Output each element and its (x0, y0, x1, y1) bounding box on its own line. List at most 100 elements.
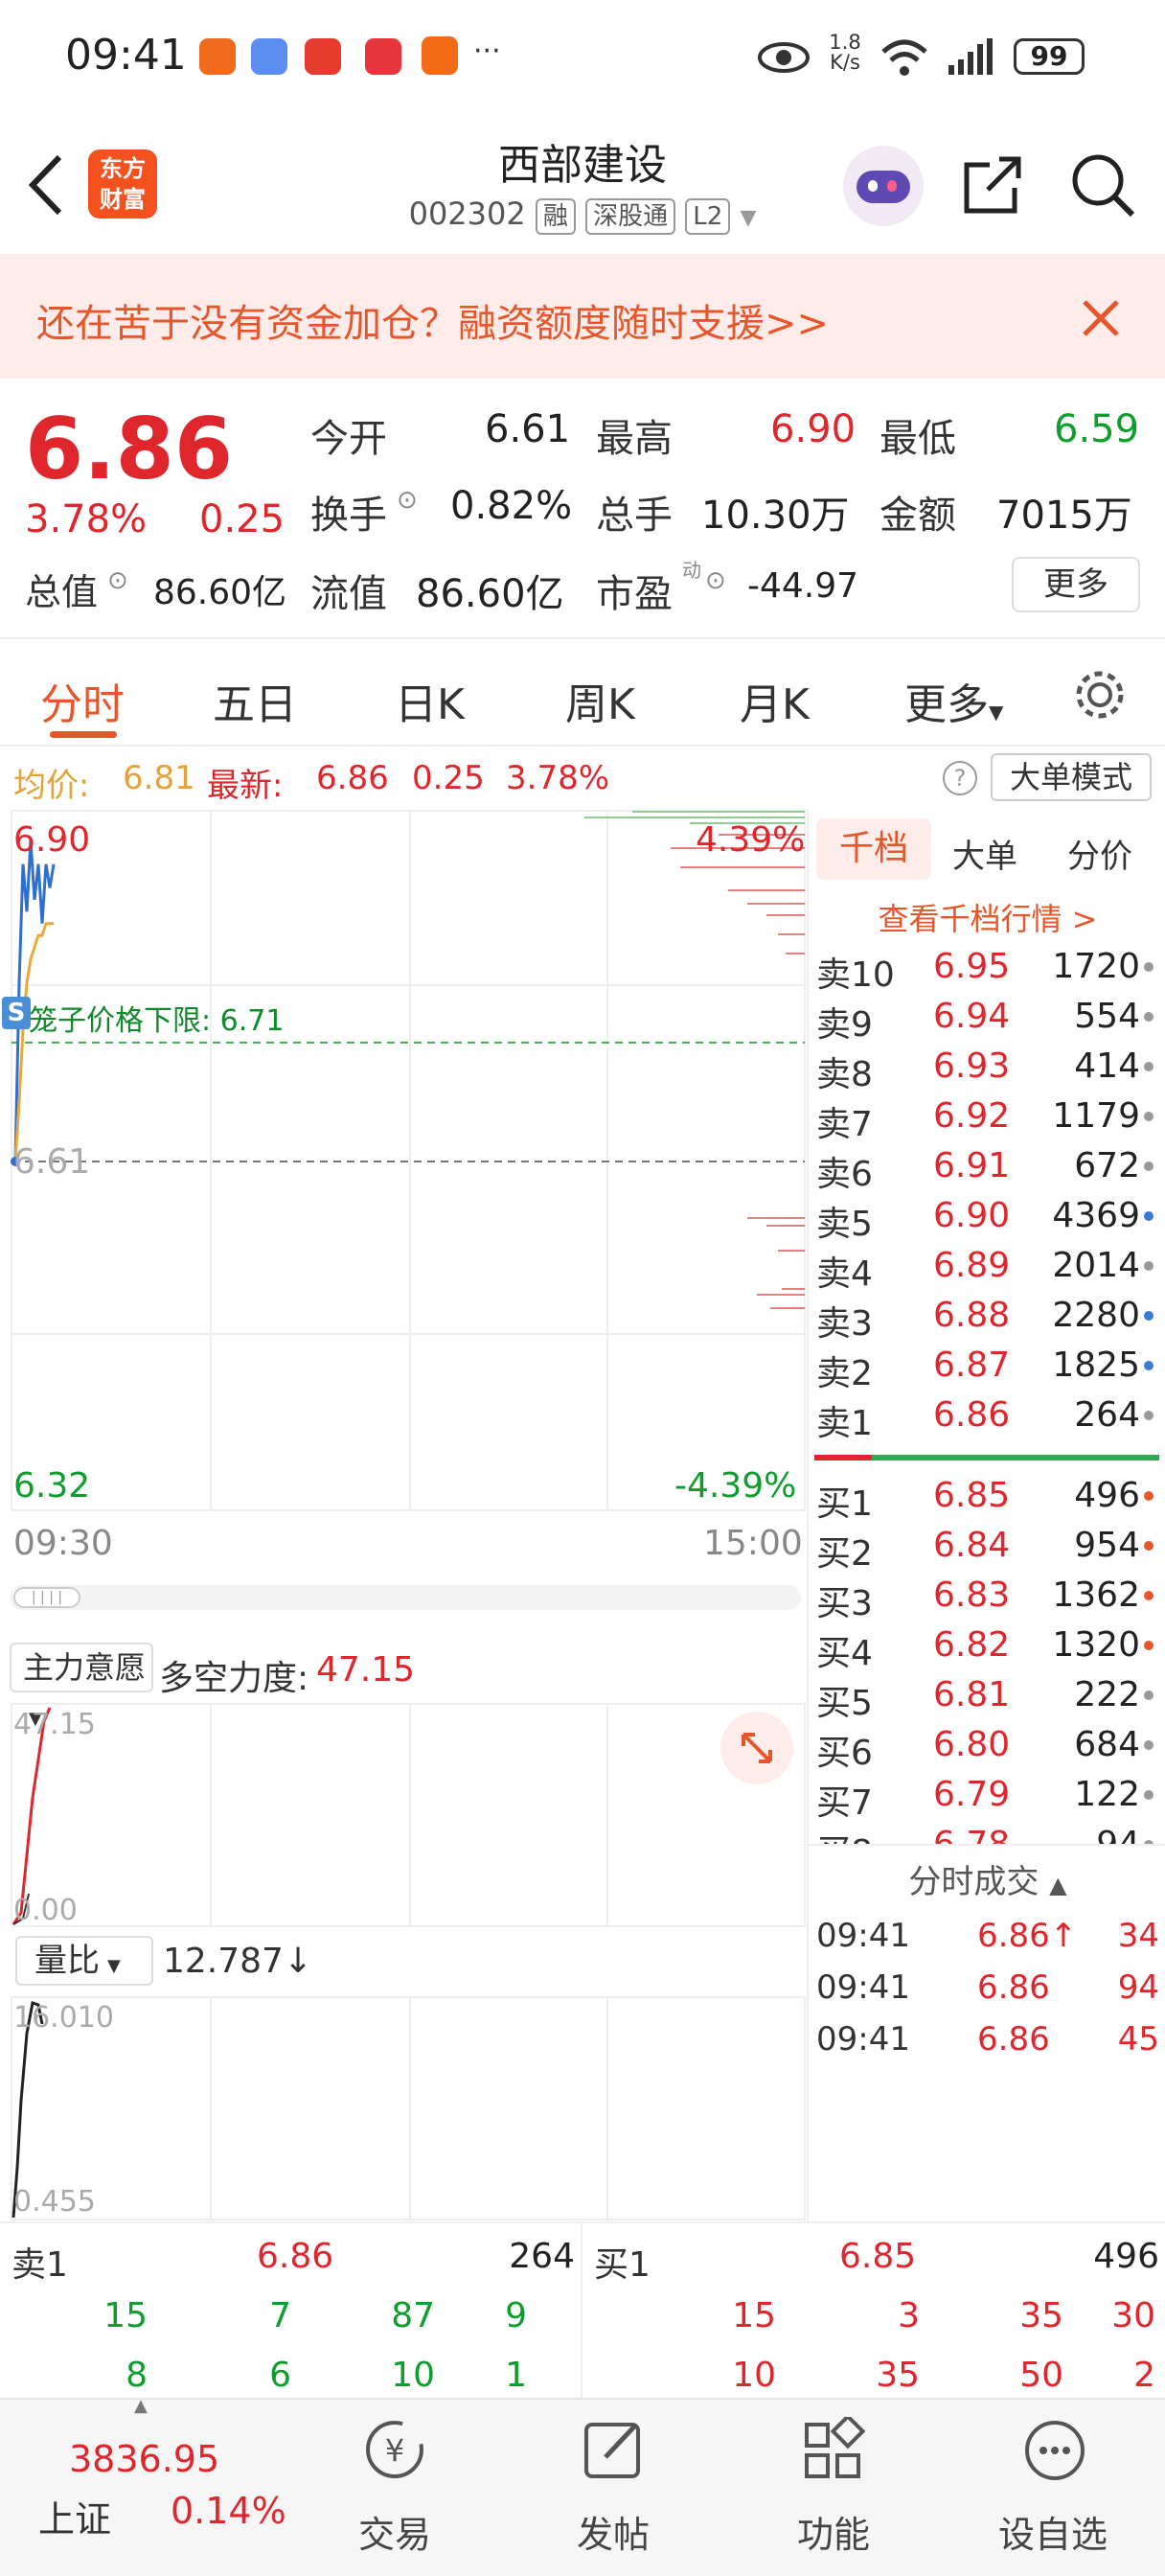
tab-more[interactable]: 更多▼ (904, 670, 1003, 731)
sell-level-row[interactable]: 卖10 6.95 1720 (809, 943, 1165, 995)
index-value[interactable]: 3836.95 (69, 2438, 219, 2480)
expand-icon[interactable] (720, 1712, 793, 1784)
s-marker-icon[interactable]: S (2, 997, 31, 1029)
level-price: 6.90 (933, 1196, 1011, 1235)
tab-intraday[interactable]: 分时 (40, 670, 125, 731)
search-icon[interactable] (1069, 151, 1136, 218)
level-price: 6.88 (933, 1296, 1011, 1335)
level-dot-icon (1144, 1790, 1154, 1800)
indicator-bottom-label: 0.00 (13, 1894, 78, 1927)
high-value: 6.90 (770, 407, 857, 451)
sell-level-row[interactable]: 卖8 6.93 414 (809, 1043, 1165, 1094)
y-label-mid: 6.61 (13, 1142, 91, 1182)
promo-banner[interactable]: 还在苦于没有资金加仓？融资额度随时支援>> (0, 254, 1165, 379)
sell-level-row[interactable]: 卖7 6.92 1179 (809, 1092, 1165, 1144)
chevron-down-icon[interactable]: ▼ (740, 206, 756, 230)
post-icon[interactable] (581, 2417, 648, 2484)
sell-queue-cell: 10 (391, 2356, 435, 2395)
float-value: 86.60亿 (416, 572, 564, 616)
index-percent[interactable]: 0.14% (171, 2490, 286, 2532)
banner-text[interactable]: 还在苦于没有资金加仓？融资额度随时支援>> (36, 292, 829, 348)
index-name[interactable]: 上证 (38, 2490, 111, 2542)
buy-queue-cell: 2 (1133, 2356, 1155, 2395)
trade-time: 09:41 (816, 1917, 910, 1955)
back-icon[interactable] (23, 151, 71, 218)
sell-level-row[interactable]: 卖1 6.86 264 (809, 1392, 1165, 1443)
buy-level-row[interactable]: 买5 6.81 222 (809, 1671, 1165, 1723)
buy-level-row[interactable]: 买6 6.80 684 (809, 1721, 1165, 1773)
sell-level-row[interactable]: 卖6 6.91 672 (809, 1142, 1165, 1194)
nav-post[interactable]: 发帖 (577, 2505, 650, 2558)
sell-orders: 卖10 6.95 1720 卖9 6.94 554 卖8 6.93 414 卖7… (809, 943, 1165, 1443)
level-dot-icon (1144, 1411, 1154, 1420)
level-label: 卖8 (816, 1055, 873, 1094)
intraday-chart[interactable]: 6.90 6.61 6.32 4.39% -4.39% S 笼子价格下限: 6.… (0, 809, 807, 1512)
tab-thousand-level[interactable]: 千档 (816, 818, 931, 880)
level-price: 6.95 (933, 947, 1011, 986)
sell-level-row[interactable]: 卖2 6.87 1825 (809, 1342, 1165, 1393)
stock-code-row: 002302 融 深股通 L2 ▼ (364, 196, 801, 235)
buy-level-row[interactable]: 买4 6.82 1320 (809, 1622, 1165, 1673)
tab-daily-k[interactable]: 日K (395, 670, 465, 731)
buy-level-row[interactable]: 买2 6.84 954 (809, 1522, 1165, 1574)
stock-code: 002302 (408, 196, 526, 232)
scroll-handle[interactable]: | | | | (13, 1587, 80, 1608)
nav-add-watchlist[interactable]: 设自选 (998, 2505, 1108, 2558)
nav-functions[interactable]: 功能 (797, 2505, 870, 2558)
indicator-select[interactable]: 量比 ▼ (15, 1936, 153, 1986)
level-dot-icon (1144, 1541, 1154, 1551)
tab-big-order[interactable]: 大单 (952, 830, 1017, 877)
level-label: 卖10 (816, 955, 895, 995)
sell-level-row[interactable]: 卖5 6.90 4369 (809, 1192, 1165, 1244)
level-dot-icon (1144, 1311, 1154, 1321)
sell-level-row[interactable]: 卖4 6.89 2014 (809, 1242, 1165, 1294)
sell-level-row[interactable]: 卖3 6.88 2280 (809, 1292, 1165, 1344)
big-order-mode-button[interactable]: 大单模式 (991, 753, 1152, 801)
ai-assistant-icon[interactable] (843, 146, 924, 226)
buy-level-row[interactable]: 买3 6.83 1362 (809, 1572, 1165, 1623)
info-icon[interactable]: ⊙ (107, 566, 128, 595)
buy-orders-scroll[interactable]: 买1 6.85 496 买2 6.84 954 买3 6.83 1362 买4 … (809, 1472, 1165, 1844)
depth-bar (778, 933, 805, 935)
tab-weekly-k[interactable]: 周K (565, 670, 635, 731)
signal-icon (948, 38, 993, 75)
settings-gear-icon[interactable] (1071, 666, 1129, 724)
price-limit-label: 笼子价格下限: 6.71 (29, 1004, 285, 1038)
level-qty: 222 (1074, 1675, 1140, 1714)
level-label: 卖4 (816, 1254, 873, 1294)
sell-level-row[interactable]: 卖9 6.94 554 (809, 993, 1165, 1045)
more-notifications: ··· (473, 34, 501, 68)
more-options-icon[interactable] (1021, 2417, 1088, 2484)
indicator-select[interactable]: 主力意愿▼ (10, 1643, 153, 1729)
sell-queue-cell: 87 (391, 2296, 435, 2335)
functions-icon[interactable] (799, 2417, 866, 2484)
chart-scrollbar[interactable]: | | | | (10, 1585, 801, 1610)
indicator-value: 47.15 (316, 1650, 416, 1690)
more-button[interactable]: 更多 (1012, 557, 1140, 612)
sell1-price: 6.86 (257, 2237, 334, 2276)
view-depth-link[interactable]: 查看千档行情 > (809, 895, 1165, 939)
info-icon[interactable]: ⊙ (705, 566, 726, 595)
nav-trade[interactable]: 交易 (358, 2505, 431, 2558)
tab-five-day[interactable]: 五日 (213, 670, 297, 731)
level-dot-icon (1144, 1361, 1154, 1370)
expand-index-icon[interactable]: ▲ (134, 2396, 148, 2416)
buy-level-row[interactable]: 买7 6.79 122 (809, 1771, 1165, 1823)
tab-price-distribution[interactable]: 分价 (1067, 830, 1132, 877)
margin-tag: 融 (535, 198, 576, 235)
time-and-sales-title[interactable]: 分时成交 ▲ (809, 1855, 1165, 1902)
intraday-chart-canvas[interactable] (0, 809, 807, 1512)
high-label: 最高 (596, 417, 673, 461)
tab-monthly-k[interactable]: 月K (740, 670, 810, 731)
level-qty: 4369 (1052, 1196, 1140, 1235)
buy-level-row[interactable]: 买1 6.85 496 (809, 1472, 1165, 1524)
info-icon[interactable]: ⊙ (397, 486, 418, 515)
trade-icon[interactable]: ¥ (360, 2417, 433, 2484)
help-icon[interactable]: ? (943, 761, 977, 795)
close-icon[interactable] (1081, 298, 1121, 338)
buy-level-row[interactable]: 买8 6.78 94 (809, 1821, 1165, 1844)
share-icon[interactable] (961, 153, 1024, 217)
level2-tag: L2 (685, 198, 731, 235)
level-qty: 2014 (1052, 1246, 1140, 1285)
sell1-qty: 264 (509, 2237, 575, 2276)
